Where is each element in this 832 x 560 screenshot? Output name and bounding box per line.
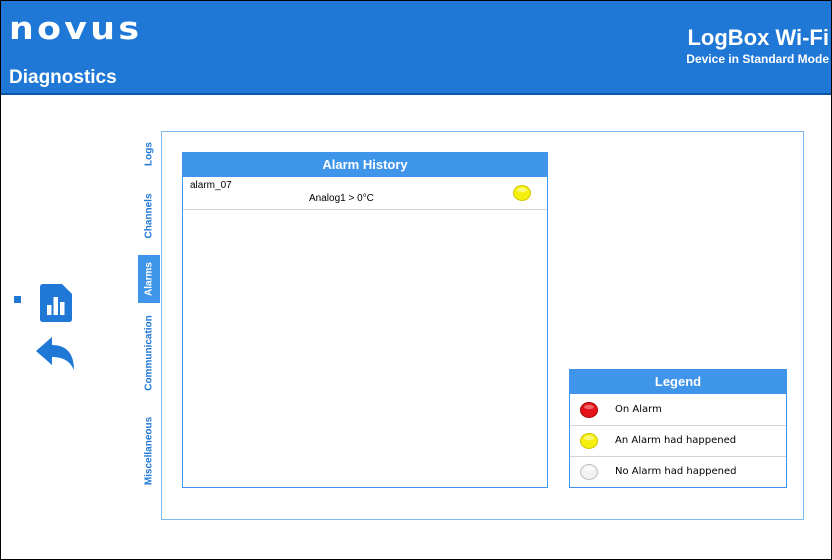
alarm-name: alarm_07 [190, 180, 232, 191]
back-arrow-icon[interactable] [36, 337, 76, 371]
legend-label: On Alarm [615, 404, 662, 415]
table-row[interactable]: alarm_07 Analog1 > 0°C [183, 178, 547, 210]
alarm-history-title: Alarm History [183, 153, 547, 177]
tab-alarms-label: Alarms [143, 262, 155, 296]
yellow-led-icon [513, 185, 531, 201]
legend-title: Legend [570, 370, 786, 394]
product-name: LogBox Wi-Fi [687, 25, 829, 50]
tab-logs[interactable]: Logs [138, 131, 160, 177]
tab-bar: Logs Channels Alarms Communication Misce… [138, 131, 160, 498]
legend-item: On Alarm [570, 395, 786, 426]
alarm-condition: Analog1 > 0°C [309, 193, 374, 204]
tab-miscellaneous[interactable]: Miscellaneous [138, 403, 160, 498]
gray-led-icon [580, 464, 598, 480]
page-title: Diagnostics [9, 67, 117, 88]
tab-communication-label: Communication [143, 315, 155, 391]
yellow-led-icon [580, 433, 598, 449]
novus-logo: novus [9, 11, 143, 47]
alarm-history-box: Alarm History alarm_07 Analog1 > 0°C [182, 152, 548, 488]
legend-label: An Alarm had happened [615, 435, 737, 446]
device-mode: Device in Standard Mode [686, 52, 829, 66]
tab-communication[interactable]: Communication [138, 303, 160, 403]
legend-box: Legend On Alarm An Alarm had happened No… [569, 369, 787, 488]
tab-channels-label: Channels [143, 193, 155, 239]
legend-item: An Alarm had happened [570, 426, 786, 457]
legend-item: No Alarm had happened [570, 457, 786, 487]
legend-label: No Alarm had happened [615, 466, 737, 477]
tab-logs-label: Logs [143, 142, 155, 166]
tab-alarms[interactable]: Alarms [138, 255, 160, 303]
tab-channels[interactable]: Channels [138, 177, 160, 255]
tab-miscellaneous-label: Miscellaneous [143, 416, 155, 485]
diagnostics-chart-icon[interactable] [40, 284, 72, 322]
red-led-icon [580, 402, 598, 418]
app-header: novus Diagnostics LogBox Wi-Fi Device in… [1, 1, 831, 95]
active-indicator [14, 296, 21, 303]
